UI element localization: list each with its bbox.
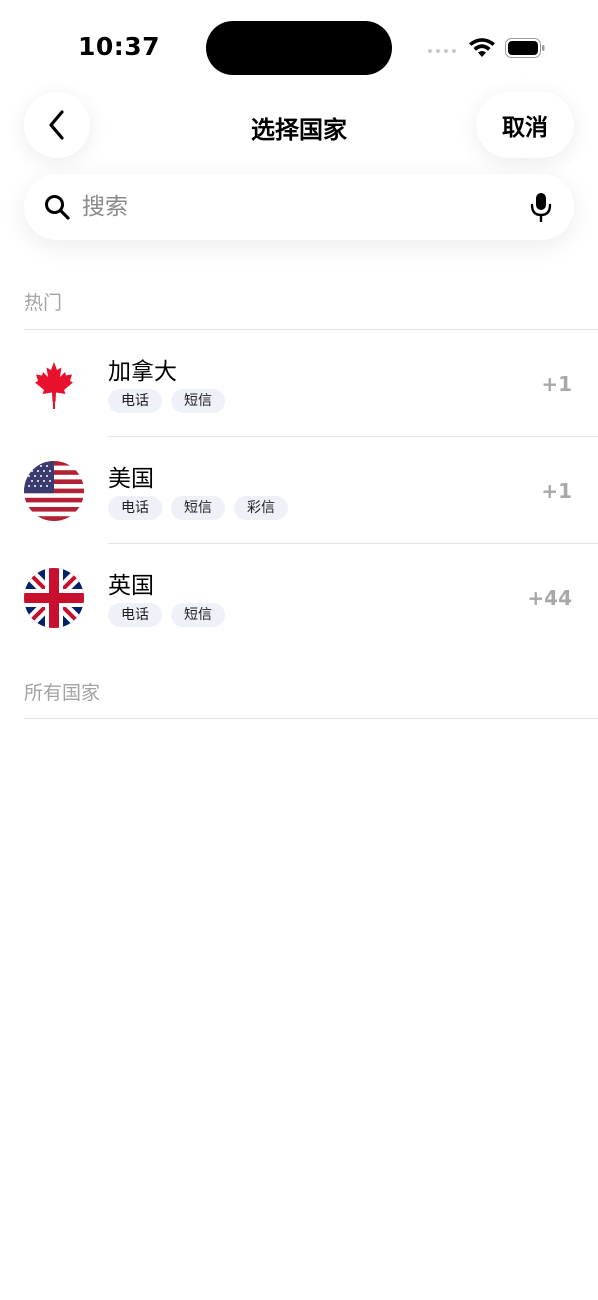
search-icon xyxy=(45,195,70,220)
country-row-uk[interactable]: 英国 电话 短信 +44 xyxy=(0,544,598,650)
status-time: 10:37 xyxy=(78,32,161,61)
tag-sms: 短信 xyxy=(171,389,225,413)
nav-header: 选择国家 取消 xyxy=(0,92,598,160)
us-flag-icon xyxy=(24,461,84,521)
status-bar: 10:37 xyxy=(0,0,598,96)
search-input[interactable] xyxy=(82,186,502,228)
tag-mms: 彩信 xyxy=(234,496,288,520)
section-label-all-countries: 所有国家 xyxy=(24,682,101,704)
cellular-signal-icon xyxy=(428,49,456,53)
section-label-popular: 热门 xyxy=(24,292,63,314)
canada-flag-icon xyxy=(24,354,84,414)
battery-icon xyxy=(505,38,545,58)
country-name: 英国 xyxy=(108,573,154,599)
country-row-canada[interactable]: 加拿大 电话 短信 +1 xyxy=(0,330,598,436)
country-name: 加拿大 xyxy=(108,359,177,385)
country-name: 美国 xyxy=(108,466,154,492)
service-tags: 电话 短信 彩信 xyxy=(108,496,288,520)
country-row-usa[interactable]: 美国 电话 短信 彩信 +1 xyxy=(0,437,598,543)
microphone-icon[interactable] xyxy=(530,192,552,222)
search-bar xyxy=(24,174,574,240)
tag-phone: 电话 xyxy=(108,389,162,413)
service-tags: 电话 短信 xyxy=(108,603,225,627)
tag-phone: 电话 xyxy=(108,496,162,520)
dial-code: +1 xyxy=(541,479,572,503)
tag-sms: 短信 xyxy=(171,603,225,627)
section-divider xyxy=(24,718,598,719)
cancel-button[interactable]: 取消 xyxy=(476,92,574,158)
dynamic-island xyxy=(206,21,392,75)
dial-code: +1 xyxy=(541,372,572,396)
tag-phone: 电话 xyxy=(108,603,162,627)
tag-sms: 短信 xyxy=(171,496,225,520)
service-tags: 电话 短信 xyxy=(108,389,225,413)
wifi-icon xyxy=(469,38,495,57)
dial-code: +44 xyxy=(527,586,572,610)
uk-flag-icon xyxy=(24,568,84,628)
